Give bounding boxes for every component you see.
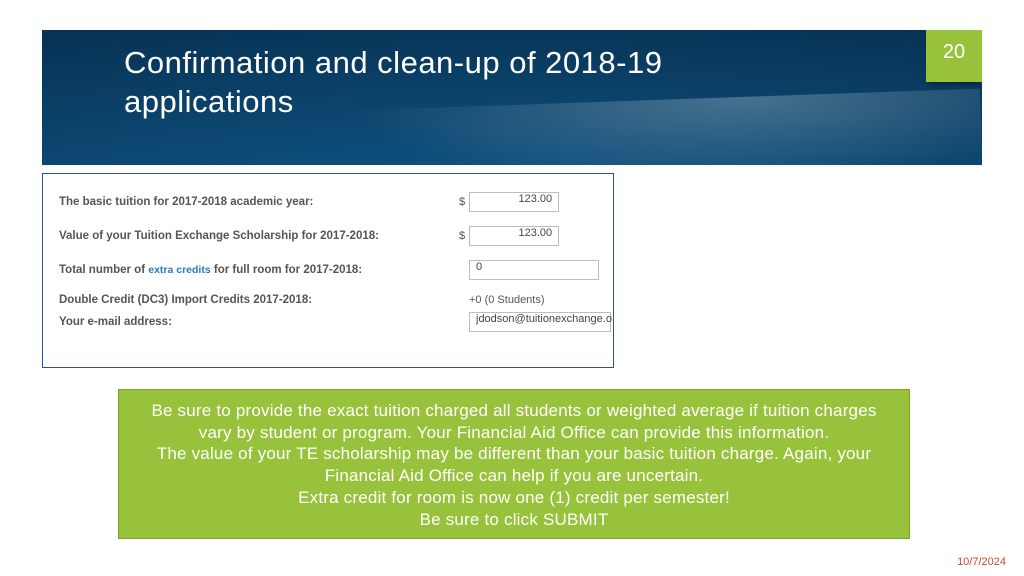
tuition-label: The basic tuition for 2017-2018 academic… [59,196,459,208]
footer-date: 10/7/2024 [957,556,1006,568]
row-extra-credits: Total number of extra credits for full r… [59,260,597,280]
dc3-label: Double Credit (DC3) Import Credits 2017-… [59,294,459,306]
page-title: Confirmation and clean-up of 2018-19 app… [124,44,824,122]
scholarship-input[interactable]: 123.00 [469,226,559,246]
instruction-callout: Be sure to provide the exact tuition cha… [118,389,910,539]
extra-credits-label: Total number of extra credits for full r… [59,264,459,276]
currency-symbol: $ [459,196,465,208]
email-label: Your e-mail address: [59,316,459,328]
row-dc3: Double Credit (DC3) Import Credits 2017-… [59,294,597,306]
scholarship-label: Value of your Tuition Exchange Scholarsh… [59,230,459,242]
callout-line-4: Be sure to click SUBMIT [133,509,895,531]
email-input[interactable]: jdodson@tuitionexchange.o [469,312,611,332]
callout-line-1: Be sure to provide the exact tuition cha… [133,400,895,444]
dc3-value: +0 (0 Students) [469,294,545,306]
callout-line-3: Extra credit for room is now one (1) cre… [133,487,895,509]
currency-symbol: $ [459,230,465,242]
page-number-badge: 20 [926,30,982,82]
row-scholarship-value: Value of your Tuition Exchange Scholarsh… [59,226,597,246]
tuition-input[interactable]: 123.00 [469,192,559,212]
form-panel: The basic tuition for 2017-2018 academic… [42,173,614,368]
extra-credits-link[interactable]: extra credits [148,264,210,276]
slide-header: Confirmation and clean-up of 2018-19 app… [42,30,982,165]
callout-line-2: The value of your TE scholarship may be … [133,443,895,487]
row-basic-tuition: The basic tuition for 2017-2018 academic… [59,192,597,212]
row-email: Your e-mail address: jdodson@tuitionexch… [59,312,597,332]
extra-credits-label-pre: Total number of [59,264,148,276]
extra-credits-input[interactable]: 0 [469,260,599,280]
extra-credits-label-post: for full room for 2017-2018: [211,264,362,276]
